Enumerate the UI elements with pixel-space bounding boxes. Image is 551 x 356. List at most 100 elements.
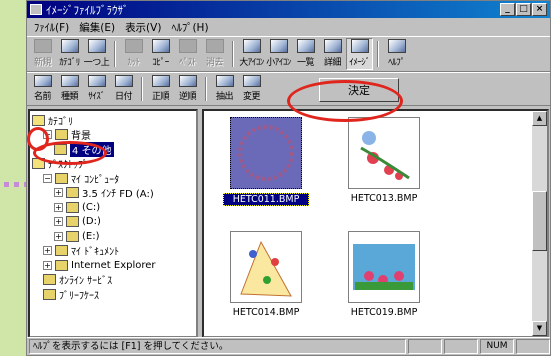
size-grip[interactable] [516, 339, 550, 354]
status-bar: ﾍﾙﾌﾟを表示するには [F1] を押してください。 NUM [27, 337, 550, 355]
toolbar-button-label: ｲﾒｰｼﾞ [349, 58, 370, 68]
thumbnail-art [353, 244, 415, 290]
image-filename[interactable]: HETC014.BMP [223, 307, 309, 318]
folder-icon [66, 230, 79, 242]
toolbar-button-0[interactable]: 新規 [29, 38, 56, 70]
tree-expander[interactable]: + [54, 217, 63, 226]
scroll-down-button[interactable]: ▼ [532, 321, 547, 336]
tree-node[interactable]: ｶﾃｺﾞﾘ [32, 113, 73, 128]
toolbar-button-8[interactable]: 小ｱｲｺﾝ [265, 38, 292, 70]
menu-bar: ﾌｧｲﾙ(F) 編集(E) 表示(V) ﾍﾙﾌﾟ(H) [27, 18, 550, 36]
toolbar-main: 新規 ｶﾃｺﾞﾘ 一つ上 ｶｯﾄ ｺﾋﾟｰ ﾍﾟｽﾄ 消去 大ｱｲｺﾝ 小ｱｲｺﾝ 一覧 詳細 ｲﾒｰ… [27, 36, 550, 72]
sort-button-4[interactable]: 正順 [147, 74, 174, 104]
thumbnail-art [360, 131, 410, 180]
tree-expander[interactable]: + [54, 231, 63, 241]
toolbar-icon [178, 39, 197, 53]
sort-button-label: 名前 [33, 92, 52, 102]
scroll-up-button[interactable]: ▲ [532, 111, 547, 126]
toolbar-icon [350, 39, 369, 53]
toolbar-button-2[interactable]: 一つ上 [83, 38, 110, 70]
tree-node[interactable]: + (D:) [54, 215, 101, 229]
sort-button-0[interactable]: 名前 [29, 74, 56, 104]
tree-node-label: (D:) [82, 216, 101, 227]
tree-node-label: Internet Explorer [71, 259, 156, 271]
toolbar-button-12[interactable]: ﾍﾙﾌﾟ [383, 38, 410, 70]
tree-node-label: ﾌﾞﾘｰﾌｹｰｽ [59, 290, 99, 302]
tree-node[interactable]: + (E:) [54, 229, 100, 243]
toolbar-button-label: ｺﾋﾟｰ [152, 58, 169, 68]
tree-node[interactable]: + Internet Explorer [43, 258, 156, 272]
tree-node[interactable]: − 背景 [43, 128, 91, 142]
toolbar-icon [151, 39, 170, 53]
folder-icon [66, 216, 79, 227]
menu-file[interactable]: ﾌｧｲﾙ(F) [29, 20, 74, 35]
tree-expander[interactable]: + [54, 188, 63, 197]
toolbar-button-4[interactable]: ｺﾋﾟｰ [147, 38, 174, 70]
image-filename[interactable]: HETC013.BMP [341, 193, 427, 204]
toolbar-button-6[interactable]: 消去 [201, 38, 228, 70]
image-thumbnail[interactable] [348, 117, 420, 189]
sort-button-5[interactable]: 逆順 [174, 74, 201, 104]
tree-node[interactable]: ﾌﾞﾘｰﾌｹｰｽ [43, 287, 99, 302]
toolbar-button-11[interactable]: ｲﾒｰｼﾞ [346, 38, 373, 70]
image-view[interactable]: ▲ ▼ HETC011.BMP HETC013.BMP HETC014.BMP HET… [202, 109, 549, 338]
tree-node-label: ﾏｲ ｺﾝﾋﾟｭｰﾀ [71, 174, 120, 186]
toolbar-button-5[interactable]: ﾍﾟｽﾄ [174, 38, 201, 70]
sort-button-label: 変更 [242, 92, 261, 102]
sort-button-label: 日付 [114, 92, 133, 102]
sort-icon [60, 75, 79, 87]
tree-node-label: ﾏｲ ﾄﾞｷｭﾒﾝﾄ [71, 247, 120, 258]
close-button[interactable]: × [532, 3, 547, 16]
folder-icon [66, 187, 79, 198]
status-text: ﾍﾙﾌﾟを表示するには [F1] を押してください。 [29, 339, 406, 354]
toolbar-button-7[interactable]: 大ｱｲｺﾝ [238, 38, 265, 70]
image-thumbnail[interactable] [230, 231, 302, 303]
tree-expander[interactable]: − [43, 173, 52, 183]
tree-node[interactable]: +3.5 ｲﾝﾁ FD (A:) [54, 186, 154, 200]
toolbar-separator [377, 41, 379, 67]
sort-button-1[interactable]: 種類 [56, 74, 83, 104]
tree-node-label: ｶﾃｺﾞﾘ [48, 116, 73, 128]
toolbar-button-label: ｶｯﾄ [127, 58, 140, 68]
tree-node[interactable]: + (C:) [54, 200, 100, 214]
vertical-scrollbar[interactable]: ▲ ▼ [532, 111, 547, 336]
toolbar-button-3[interactable]: ｶｯﾄ [120, 38, 147, 70]
sort-icon [215, 75, 234, 87]
toolbar-button-9[interactable]: 一覧 [292, 38, 319, 70]
maximize-button[interactable]: □ [516, 3, 531, 16]
minimize-button[interactable]: _ [500, 3, 515, 16]
sort-icon [114, 75, 133, 87]
image-filename[interactable]: HETC011.BMP [223, 193, 309, 206]
toolbar-icon [87, 39, 106, 53]
toolbar-button-label: 一つ上 [83, 58, 110, 68]
sort-button-7[interactable]: 変更 [238, 74, 265, 104]
tree-expander[interactable]: + [54, 202, 63, 212]
app-icon [30, 4, 42, 15]
folder-icon [55, 172, 68, 184]
thumbnail-art [238, 125, 294, 181]
toolbar-icon [269, 39, 288, 53]
sort-button-3[interactable]: 日付 [110, 74, 137, 104]
tree-node-label: 3.5 ｲﾝﾁ FD (A:) [82, 189, 154, 200]
toolbar-icon [205, 39, 224, 53]
image-filename[interactable]: HETC019.BMP [341, 307, 427, 318]
toolbar-button-label: ﾍﾟｽﾄ [179, 58, 196, 68]
highlight-ring-decide [287, 80, 403, 122]
sort-button-6[interactable]: 抽出 [211, 74, 238, 104]
tree-node[interactable]: ｵﾝﾗｲﾝ ｻｰﾋﾞｽ [43, 273, 112, 287]
menu-view[interactable]: 表示(V) [120, 20, 166, 35]
scroll-thumb[interactable] [532, 191, 547, 251]
tree-node[interactable]: + ﾏｲ ﾄﾞｷｭﾒﾝﾄ [43, 244, 119, 258]
menu-edit[interactable]: 編集(E) [74, 20, 120, 35]
folder-icon [66, 201, 79, 213]
tree-expander[interactable]: + [43, 260, 52, 270]
menu-help[interactable]: ﾍﾙﾌﾟ(H) [166, 20, 213, 35]
tree-node[interactable]: − ﾏｲ ｺﾝﾋﾟｭｰﾀ [43, 171, 120, 186]
image-thumbnail[interactable] [348, 231, 420, 303]
sort-button-2[interactable]: ｻｲｽﾞ [83, 74, 110, 104]
toolbar-separator [205, 77, 207, 101]
toolbar-button-1[interactable]: ｶﾃｺﾞﾘ [56, 38, 83, 70]
tree-expander[interactable]: + [43, 246, 52, 255]
toolbar-button-10[interactable]: 詳細 [319, 38, 346, 70]
image-thumbnail[interactable] [230, 117, 302, 189]
